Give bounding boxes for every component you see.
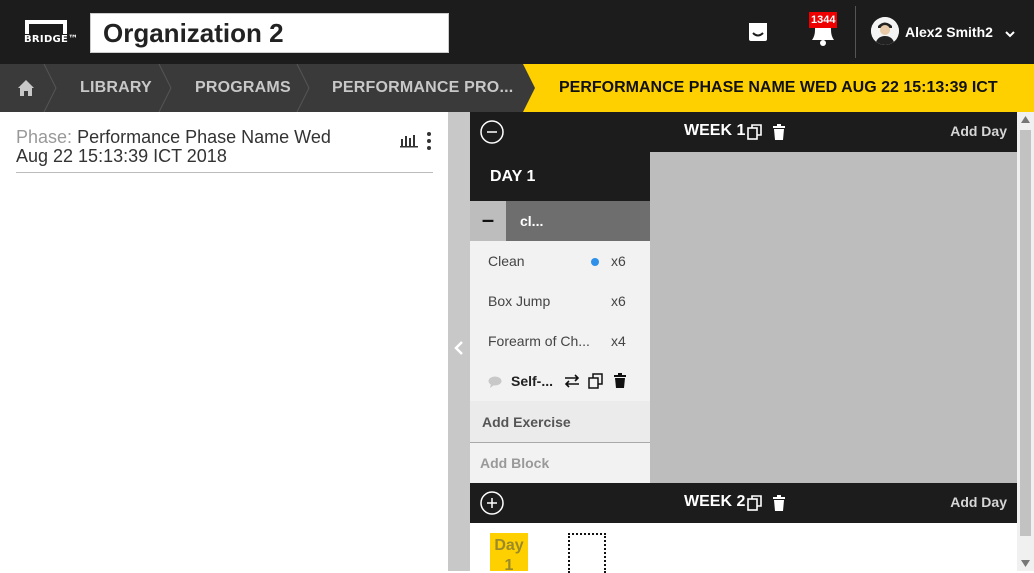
day-chip[interactable]: Day 1: [490, 533, 528, 571]
page-title: Phase: Performance Phase Name Wed Aug 22…: [16, 128, 336, 166]
scroll-down-icon[interactable]: [1021, 560, 1030, 567]
block-name[interactable]: cl...: [520, 201, 543, 241]
more-vertical-icon[interactable]: [424, 131, 434, 151]
exercise-reps: x4: [611, 333, 626, 349]
breadcrumb-separator: [43, 64, 57, 112]
avatar[interactable]: [871, 17, 899, 45]
exercise-reps: x6: [611, 253, 626, 269]
notification-badge: 1344: [809, 12, 838, 28]
add-day-button[interactable]: Add Day: [950, 123, 1007, 139]
add-exercise-button[interactable]: Add Exercise: [470, 401, 650, 443]
block-row[interactable]: – cl...: [470, 201, 650, 241]
bar-chart-icon[interactable]: [400, 134, 418, 148]
add-block-button[interactable]: Add Block: [470, 443, 650, 483]
trash-icon[interactable]: [614, 373, 626, 389]
exercise-reps: x6: [611, 293, 626, 309]
breadcrumb-library[interactable]: LIBRARY: [80, 64, 152, 112]
trash-icon[interactable]: [772, 123, 786, 141]
day-column: DAY 1 – cl... Clean x6 Box Jump x6 Forea…: [470, 152, 650, 483]
exercise-name: Clean: [488, 253, 525, 269]
collapse-block-button[interactable]: –: [470, 201, 506, 241]
week-title: WEEK 1: [684, 122, 746, 139]
bridge-logo[interactable]: BRIDGE™: [24, 20, 78, 46]
week-body: Day 1: [470, 523, 1017, 573]
exercise-name: Box Jump: [488, 293, 551, 309]
top-bar: BRIDGE™ Organization 2 1344 Alex2 Smith2: [0, 0, 1034, 64]
breadcrumb-program[interactable]: PERFORMANCE PRO...: [332, 64, 513, 112]
breadcrumb-separator: [158, 64, 172, 112]
logo-arch-fill: [33, 26, 59, 34]
week-header: WEEK 2 Add Day: [470, 483, 1017, 523]
list-item[interactable]: Box Jump x6: [470, 281, 650, 321]
scrollbar[interactable]: [1017, 112, 1034, 571]
home-icon[interactable]: [16, 64, 36, 112]
phase-label: Phase:: [16, 127, 73, 147]
note-text[interactable]: Self-...: [511, 361, 553, 401]
exercise-name: Forearm of Ch...: [488, 333, 590, 349]
logo-text: BRIDGE™: [24, 34, 79, 45]
note-row[interactable]: Self-...: [470, 361, 650, 401]
add-day-button[interactable]: Add Day: [950, 494, 1007, 510]
copy-icon[interactable]: [747, 494, 763, 512]
inbox-icon[interactable]: [747, 22, 769, 42]
breadcrumb-separator: [296, 64, 310, 112]
list-item[interactable]: Forearm of Ch... x4: [470, 321, 650, 361]
chevron-down-icon[interactable]: [1004, 26, 1016, 38]
breadcrumb-programs[interactable]: PROGRAMS: [195, 64, 291, 112]
trash-icon[interactable]: [772, 494, 786, 512]
scroll-up-icon[interactable]: [1021, 116, 1030, 123]
chevron-left-icon[interactable]: [452, 340, 466, 356]
organization-selector[interactable]: Organization 2: [90, 13, 449, 53]
copy-icon[interactable]: [747, 123, 763, 141]
topbar-divider: [855, 6, 856, 58]
user-name[interactable]: Alex2 Smith2: [905, 24, 993, 40]
week-title: WEEK 2: [684, 493, 746, 510]
comment-icon: [488, 375, 502, 388]
divider: [16, 172, 433, 173]
scrollbar-thumb[interactable]: [1020, 130, 1031, 536]
copy-icon[interactable]: [588, 373, 604, 389]
collapse-circle-icon[interactable]: [480, 120, 504, 144]
week-header: WEEK 1 Add Day: [470, 112, 1017, 152]
list-item[interactable]: Clean x6: [470, 241, 650, 281]
status-dot: [591, 258, 599, 266]
day-drop-target[interactable]: [568, 533, 606, 573]
day-title[interactable]: DAY 1: [470, 152, 650, 201]
swap-icon[interactable]: [564, 374, 580, 388]
breadcrumb: LIBRARY PROGRAMS PERFORMANCE PRO... PERF…: [0, 64, 1034, 144]
expand-circle-icon[interactable]: [480, 491, 504, 515]
